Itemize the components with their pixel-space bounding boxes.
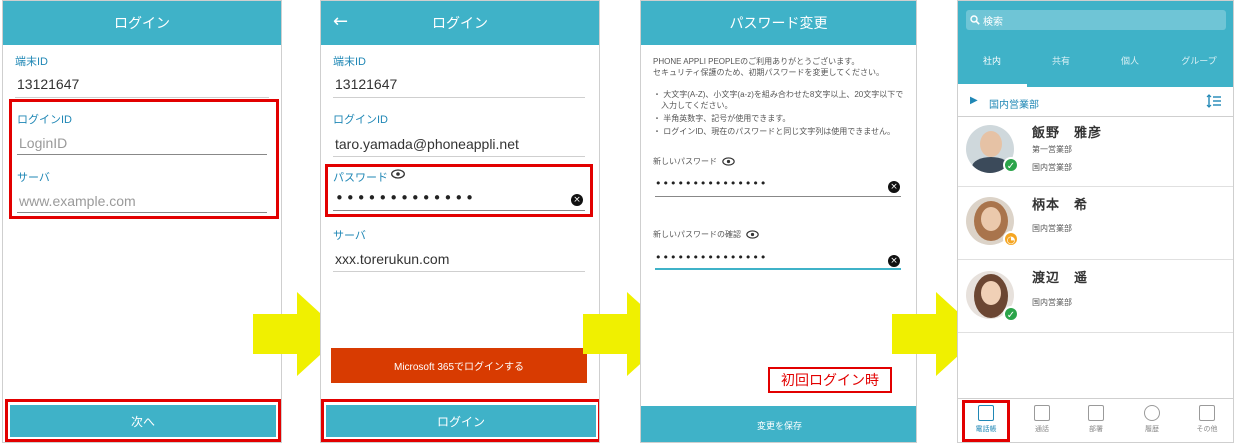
login-id-label: ログインID	[333, 114, 388, 126]
status-check-icon: ✓	[1003, 157, 1019, 173]
status-check-icon: ✓	[1003, 306, 1019, 322]
nav-phonebook[interactable]: 電話帳	[958, 403, 1014, 434]
server-label: サーバ	[17, 172, 50, 184]
confirm-password-label: 新しいパスワードの確認	[653, 230, 741, 239]
contact-list-item[interactable]: ✓ 渡辺 遥 国内営業部	[958, 261, 1233, 333]
clear-icon[interactable]: ×	[888, 255, 900, 267]
server-input[interactable]: www.example.com	[19, 193, 136, 209]
nav-department[interactable]: 部署	[1068, 403, 1124, 434]
server-input[interactable]: xxx.torerukun.com	[335, 251, 449, 267]
divider	[958, 398, 1233, 399]
login-button[interactable]: ログイン	[326, 405, 596, 437]
header-title: パスワード変更	[729, 15, 828, 31]
nav-more[interactable]: その他	[1179, 403, 1233, 434]
nav-label: 電話帳	[975, 426, 997, 433]
tab-shared[interactable]: 共有	[1027, 54, 1095, 67]
status-clock-icon: ◔	[1003, 231, 1019, 247]
login-id-input[interactable]: taro.yamada@phoneappli.net	[335, 136, 519, 152]
divider	[333, 210, 585, 211]
clock-icon	[1144, 405, 1160, 421]
contact-department: 国内営業部	[1032, 163, 1072, 172]
password-change-screen: パスワード変更 PHONE APPLI PEOPLEのご利用ありがとうございます…	[640, 0, 917, 443]
tab-personal[interactable]: 個人	[1096, 54, 1164, 67]
divider	[333, 156, 585, 157]
eye-icon[interactable]	[746, 230, 759, 239]
first-login-note: 初回ログイン時	[768, 367, 892, 393]
login-screen-step1: ログイン 端末ID 13121647 ログインID LoginID サーバ ww…	[2, 0, 282, 443]
divider	[655, 268, 901, 270]
terminal-id-value: 13121647	[335, 76, 398, 92]
terminal-id-label: 端末ID	[15, 56, 48, 68]
nav-history[interactable]: 履歴	[1124, 403, 1180, 434]
contact-department: 国内営業部	[1032, 298, 1072, 307]
clear-icon[interactable]: ×	[888, 181, 900, 193]
divider	[333, 97, 585, 98]
intro-text: セキュリティ保護のため、初期パスワードを変更してください。	[653, 68, 885, 77]
terminal-id-label: 端末ID	[333, 56, 366, 68]
microsoft365-login-button[interactable]: Microsoft 365でログインする	[331, 348, 587, 383]
login-id-input[interactable]: LoginID	[19, 135, 67, 151]
new-password-input[interactable]: •••••••••••••••	[655, 177, 767, 190]
tab-group[interactable]: グループ	[1165, 54, 1233, 67]
building-icon	[1088, 405, 1104, 421]
eye-icon[interactable]	[391, 169, 405, 179]
server-label: サーバ	[333, 230, 366, 242]
terminal-id-value: 13121647	[17, 76, 80, 92]
phonebook-icon	[978, 405, 994, 421]
divider	[17, 154, 267, 155]
contact-name: 飯野 雅彦	[1032, 125, 1103, 140]
clear-icon[interactable]: ×	[571, 194, 583, 206]
new-password-label: 新しいパスワード	[653, 157, 717, 166]
divider	[17, 212, 267, 213]
sort-icon[interactable]	[1206, 94, 1222, 108]
password-label: パスワード	[333, 172, 388, 184]
confirm-password-input[interactable]: •••••••••••••••	[655, 251, 767, 264]
triangle-right-icon: ▶	[970, 95, 978, 106]
divider	[655, 196, 901, 197]
header-title: ログイン	[114, 15, 170, 31]
tab-internal[interactable]: 社内	[958, 54, 1026, 67]
header-bar: ← ログイン	[321, 1, 599, 45]
search-input[interactable]: 検索	[966, 10, 1226, 30]
department-name: 国内営業部	[989, 100, 1039, 111]
rule-text: ・ 大文字(A-Z)、小文字(a-z)を組み合わせた8文字以上、20文字以下で	[653, 90, 904, 99]
save-button[interactable]: 変更を保存	[641, 406, 916, 442]
search-icon	[970, 15, 980, 25]
active-tab-indicator	[958, 84, 1027, 87]
nav-label: その他	[1196, 426, 1218, 433]
next-button[interactable]: 次へ	[10, 405, 276, 437]
contact-name: 渡辺 遥	[1032, 270, 1089, 285]
login-id-label: ログインID	[17, 114, 72, 126]
arrow-left-icon[interactable]: ←	[333, 11, 348, 32]
phonebook-screen: 検索 社内 共有 個人 グループ ▶ 国内営業部 ✓ 飯野 雅彦 第一営業部 国…	[957, 0, 1234, 443]
department-row[interactable]: ▶ 国内営業部	[958, 91, 1233, 115]
nav-label: 通話	[1035, 426, 1049, 433]
login-screen-step2: ← ログイン 端末ID 13121647 ログインID taro.yamada@…	[320, 0, 600, 443]
menu-icon	[1199, 405, 1215, 421]
header-bar: ログイン	[3, 1, 281, 45]
contact-department: 第一営業部	[1032, 145, 1072, 154]
divider	[333, 271, 585, 272]
eye-icon[interactable]	[722, 157, 735, 166]
contact-department: 国内営業部	[1032, 224, 1072, 233]
nav-label: 部署	[1089, 426, 1103, 433]
search-placeholder: 検索	[983, 16, 1003, 28]
contact-list-item[interactable]: ✓ 飯野 雅彦 第一営業部 国内営業部	[958, 117, 1233, 187]
nav-label: 履歴	[1145, 426, 1159, 433]
rule-text: ・ ログインID、現在のパスワードと同じ文字列は使用できません。	[653, 127, 895, 136]
intro-text: PHONE APPLI PEOPLEのご利用ありがとうございます。	[653, 57, 860, 66]
rule-text: 入力してください。	[661, 101, 733, 110]
nav-call[interactable]: 通話	[1014, 403, 1070, 434]
header-title: ログイン	[432, 15, 488, 31]
password-input[interactable]: •••••••••••••	[335, 189, 476, 207]
rule-text: ・ 半角英数字、記号が使用できます。	[653, 114, 791, 123]
contact-list-item[interactable]: ◔ 柄本 希 国内営業部	[958, 188, 1233, 260]
call-icon	[1034, 405, 1050, 421]
divider	[15, 97, 269, 98]
contact-name: 柄本 希	[1032, 197, 1089, 212]
header-bar: パスワード変更	[641, 1, 916, 45]
